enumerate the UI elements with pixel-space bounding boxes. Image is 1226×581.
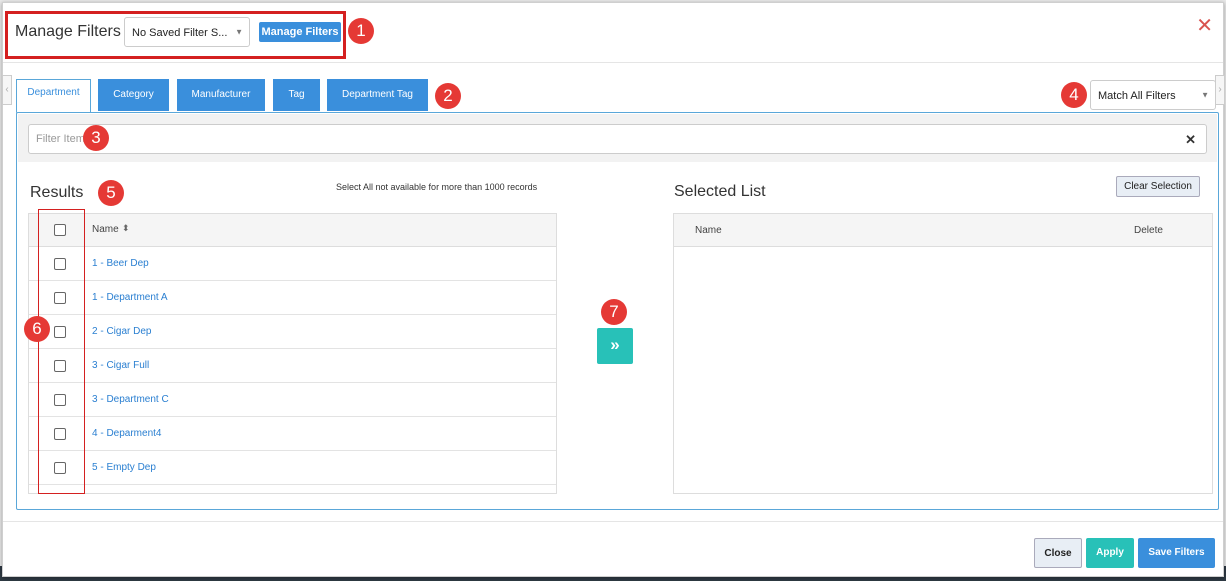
annotation-badge-4: 4: [1061, 82, 1087, 108]
row-name-link[interactable]: 3 - Department C: [92, 394, 169, 405]
scroll-right-arrow[interactable]: ›: [1215, 75, 1225, 105]
annotation-badge-6: 6: [24, 316, 50, 342]
row-name-link[interactable]: 1 - Department A: [92, 292, 168, 303]
scroll-left-arrow[interactable]: ‹: [2, 75, 12, 105]
chevron-down-icon: ▼: [235, 27, 243, 37]
annotation-badge-5: 5: [98, 180, 124, 206]
manage-filters-modal: Manage Filters No Saved Filter S... ▼ Ma…: [2, 2, 1225, 578]
table-row[interactable]: 5 - Empty Dep: [29, 451, 556, 485]
chevron-down-icon: ▼: [1201, 90, 1209, 100]
table-row[interactable]: 4 - Deparment4: [29, 417, 556, 451]
table-row[interactable]: 1 - Beer Dep: [29, 247, 556, 281]
tab-manufacturer[interactable]: Manufacturer: [177, 79, 265, 111]
move-to-selected-button[interactable]: »: [597, 328, 633, 364]
tab-department[interactable]: Department: [16, 79, 91, 113]
manage-filters-button[interactable]: Manage Filters: [259, 22, 341, 42]
table-row[interactable]: 1 - Department A: [29, 281, 556, 315]
table-row[interactable]: 3 - Cigar Full: [29, 349, 556, 383]
clear-filter-icon[interactable]: ✕: [1185, 132, 1196, 148]
modal-title: Manage Filters: [15, 23, 121, 40]
annotation-badge-7: 7: [601, 299, 627, 325]
filter-item-placeholder: Filter Item: [36, 133, 85, 145]
annotation-badge-2: 2: [435, 83, 461, 109]
sort-icon[interactable]: ⬍: [122, 223, 130, 234]
filter-item-input[interactable]: Filter Item ✕: [28, 124, 1207, 154]
match-filters-select-value: Match All Filters: [1098, 90, 1176, 102]
table-row[interactable]: 2 - Cigar Dep: [29, 315, 556, 349]
row-name-link[interactable]: 5 - Empty Dep: [92, 462, 156, 473]
row-name-link[interactable]: 4 - Deparment4: [92, 428, 161, 439]
saved-filter-select[interactable]: No Saved Filter S... ▼: [124, 17, 250, 47]
filter-bar: Filter Item ✕: [18, 114, 1217, 162]
match-filters-select[interactable]: Match All Filters ▼: [1090, 80, 1216, 110]
selected-column-name: Name: [695, 225, 722, 236]
close-icon[interactable]: ✕: [1196, 13, 1213, 38]
close-button[interactable]: Close: [1034, 538, 1082, 568]
results-column-name[interactable]: Name: [92, 224, 119, 235]
annotation-badge-1: 1: [348, 18, 374, 44]
selected-list-title: Selected List: [674, 183, 766, 200]
row-name-link[interactable]: 3 - Cigar Full: [92, 360, 149, 371]
tab-tag[interactable]: Tag: [273, 79, 320, 111]
saved-filter-select-value: No Saved Filter S...: [132, 27, 228, 39]
results-title: Results: [30, 184, 84, 201]
tab-department-tag[interactable]: Department Tag: [327, 79, 428, 111]
clear-selection-button[interactable]: Clear Selection: [1116, 176, 1200, 197]
selected-table: Name Delete: [673, 213, 1213, 494]
apply-button[interactable]: Apply: [1086, 538, 1134, 568]
row-name-link[interactable]: 2 - Cigar Dep: [92, 326, 151, 337]
selected-table-header: Name Delete: [674, 214, 1212, 247]
modal-header: Manage Filters No Saved Filter S... ▼ Ma…: [3, 3, 1223, 63]
selected-column-delete: Delete: [1134, 225, 1163, 236]
tab-category[interactable]: Category: [98, 79, 169, 111]
row-name-link[interactable]: 1 - Beer Dep: [92, 258, 149, 269]
save-filters-button[interactable]: Save Filters: [1138, 538, 1215, 568]
annotation-badge-3: 3: [83, 125, 109, 151]
table-row[interactable]: 3 - Department C: [29, 383, 556, 417]
results-table-header: Name ⬍: [29, 214, 556, 247]
results-table: Name ⬍ 1 - Beer Dep 1 - Department A 2 -…: [28, 213, 557, 494]
checkbox-column-highlight: [38, 209, 85, 494]
select-all-note: Select All not available for more than 1…: [336, 182, 538, 192]
modal-footer: Close Apply Save Filters: [3, 521, 1223, 578]
